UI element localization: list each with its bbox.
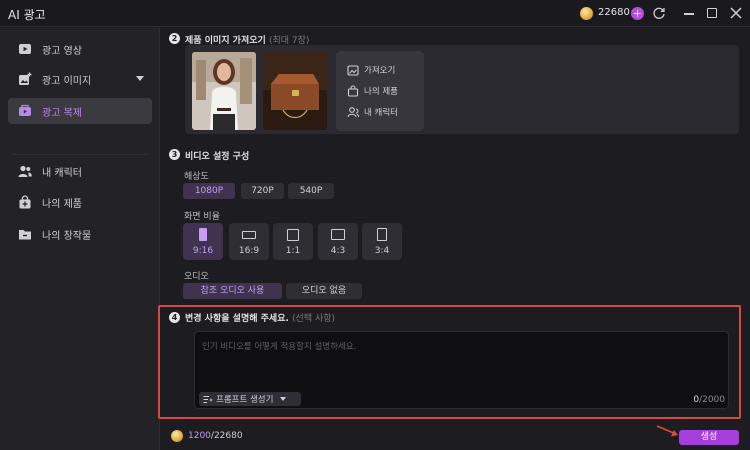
image-import-icon — [347, 65, 359, 76]
sidebar-item-label: 나의 창작물 — [42, 230, 92, 242]
image-source-menu: 가져오기 나의 제품 내 캐릭터 — [336, 51, 424, 131]
ratio-4-3-button[interactable]: 4:3 — [318, 223, 358, 260]
title-bar: AI 광고 22680 + — [0, 0, 750, 27]
main-panel: 2 제품 이미지 가져오기 (최대 7장) 가져오기 나의 제품 내 캐릭터 3… — [158, 28, 750, 450]
bag-icon — [347, 85, 359, 97]
app-title: AI 광고 — [8, 8, 46, 22]
sidebar-item-ad-clone[interactable]: 광고 복제 — [8, 98, 152, 124]
ratio-16-9-button[interactable]: 16:9 — [229, 223, 269, 260]
section-title-describe-changes: 변경 사항을 설명해 주세요. (선택 사항) — [185, 311, 335, 324]
landscape-ratio-icon — [331, 229, 345, 240]
sidebar-item-my-character[interactable]: 내 캐릭터 — [8, 158, 152, 184]
sidebar-item-label: 나의 제품 — [42, 198, 82, 210]
model-photo-image — [192, 52, 256, 130]
sidebar-item-label: 내 캐릭터 — [42, 167, 82, 179]
folder-icon — [19, 230, 31, 240]
ratio-label: 16:9 — [238, 246, 260, 256]
portrait-ratio-icon — [199, 228, 207, 241]
audio-label: 오디오 — [184, 272, 209, 282]
credit-cost-total: /22680 — [210, 431, 243, 441]
resolution-540p-button[interactable]: 540P — [288, 183, 334, 199]
prompt-sparkle-icon — [203, 395, 213, 403]
product-thumb-model[interactable] — [192, 52, 256, 130]
handbag-photo-image — [263, 52, 327, 130]
chevron-down-icon[interactable] — [136, 76, 144, 81]
ratio-label: 4:3 — [330, 246, 346, 256]
sidebar-item-label: 광고 복제 — [42, 107, 82, 119]
person-icon — [347, 107, 359, 118]
section-hint: (선택 사항) — [292, 314, 336, 324]
coin-icon — [580, 7, 593, 20]
ratio-label: 3:4 — [374, 246, 390, 256]
aspect-ratio-label: 화면 비율 — [184, 212, 220, 222]
sidebar-item-ad-image[interactable]: 광고 이미지 — [8, 66, 152, 92]
step-number-2: 2 — [169, 33, 180, 44]
import-images-label: 가져오기 — [364, 66, 396, 76]
chevron-down-icon — [280, 397, 287, 401]
add-coins-button[interactable]: + — [631, 7, 644, 20]
ratio-3-4-button[interactable]: 3:4 — [362, 223, 402, 260]
input-placeholder: 인기 비디오를 어떻게 적용할지 설명하세요. — [202, 342, 357, 352]
minimize-button[interactable] — [684, 13, 694, 15]
shopping-bag-icon — [19, 195, 31, 209]
generate-button[interactable]: 생성 — [679, 430, 739, 445]
audio-none-button[interactable]: 오디오 없음 — [286, 283, 362, 299]
my-character-option[interactable]: 내 캐릭터 — [347, 106, 398, 118]
credit-cost-current: 1200 — [188, 431, 211, 441]
image-plus-icon — [19, 72, 32, 85]
sidebar-item-label: 광고 이미지 — [42, 75, 92, 87]
step-number-3: 3 — [169, 149, 180, 160]
my-character-label: 내 캐릭터 — [364, 108, 398, 118]
close-icon[interactable] — [729, 6, 743, 20]
character-max: /2000 — [699, 395, 725, 405]
resolution-720p-button[interactable]: 720P — [241, 183, 284, 199]
ratio-1-1-button[interactable]: 1:1 — [273, 223, 313, 260]
portrait-ratio-icon — [377, 228, 387, 241]
step-number-4: 4 — [169, 312, 180, 323]
coin-icon — [171, 430, 183, 442]
sidebar-item-ad-video[interactable]: 광고 영상 — [8, 36, 152, 62]
audio-use-reference-button[interactable]: 참조 오디오 사용 — [183, 283, 282, 299]
sidebar-item-my-products[interactable]: 나의 제품 — [8, 189, 152, 215]
prompt-generator-label: 프롬프트 생성기 — [216, 395, 274, 405]
ratio-label: 1:1 — [285, 246, 301, 256]
refresh-icon[interactable] — [652, 6, 666, 20]
sidebar-item-my-creations[interactable]: 나의 창작물 — [8, 221, 152, 247]
resolution-1080p-button[interactable]: 1080P — [183, 183, 235, 199]
sidebar-item-label: 광고 영상 — [42, 45, 82, 57]
video-icon — [19, 44, 31, 54]
coin-balance: 22680 — [598, 7, 630, 18]
people-icon — [18, 165, 32, 177]
prompt-generator-dropdown[interactable]: 프롬프트 생성기 — [199, 392, 301, 406]
square-ratio-icon — [287, 229, 299, 241]
section-title-video-settings: 비디오 설정 구성 — [185, 152, 250, 162]
ratio-9-16-button[interactable]: 9:16 — [183, 223, 223, 260]
clone-video-icon — [19, 104, 31, 116]
landscape-ratio-icon — [242, 231, 256, 239]
import-images-option[interactable]: 가져오기 — [347, 64, 395, 76]
maximize-button[interactable] — [707, 8, 717, 18]
resolution-label: 해상도 — [184, 172, 209, 182]
section-title-text: 변경 사항을 설명해 주세요. — [185, 314, 289, 324]
sidebar: 광고 영상 광고 이미지 광고 복제 내 캐릭터 나의 제품 나의 창작물 — [0, 28, 160, 450]
product-thumb-handbag[interactable] — [263, 52, 327, 130]
sidebar-divider — [12, 154, 148, 155]
my-products-option[interactable]: 나의 제품 — [347, 85, 398, 97]
credit-cost: 1200 /22680 — [171, 430, 243, 442]
character-counter: 0/2000 — [665, 395, 725, 405]
ratio-label: 9:16 — [192, 246, 214, 256]
my-products-label: 나의 제품 — [364, 87, 398, 97]
